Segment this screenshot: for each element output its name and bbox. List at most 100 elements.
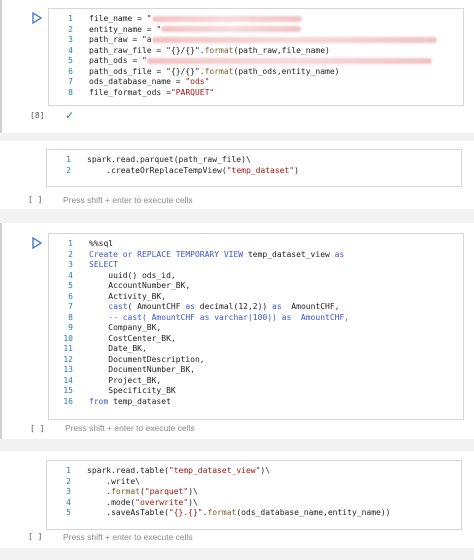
code-token: Project_BK, [89, 375, 162, 385]
code-token: temp_dataset [108, 396, 171, 406]
line-number: 10 [63, 333, 73, 343]
code-text: path_raw_file = "{}/{}".format(path_raw,… [89, 46, 330, 56]
code-text: .mode("overwrite")\ [87, 498, 198, 508]
line-number: 15 [63, 386, 73, 395]
code-token: Specificity_BK [89, 386, 176, 395]
code-text: .format("parquet")\ [87, 487, 198, 497]
line-number: 2 [66, 165, 71, 175]
code-text: .createOrReplaceTempView("temp_dataset") [87, 166, 299, 176]
line-number: 6 [68, 66, 73, 76]
code-text: file_name = " [89, 14, 302, 24]
line-number: 5 [66, 508, 71, 517]
redacted-text [146, 57, 432, 64]
code-cell-2[interactable]: 1 spark.read.parquet(path_raw_file)\ 2 .cr… [0, 141, 474, 209]
execution-count: [8] [30, 111, 45, 120]
line-number: 3 [66, 487, 71, 496]
code-token: .createOrReplaceTempView( [87, 165, 227, 175]
code-text: DocumentDescription, [89, 355, 204, 365]
code-cell-3[interactable]: 1 %%sql 2 Create or REPLACE TEMPORARY VIEW … [0, 223, 474, 439]
line-number: 16 [63, 396, 73, 406]
code-token: Date_BK, [89, 344, 147, 353]
code-editor[interactable]: 1 file_name = " 2 entity_name = " 3 path_raw … [48, 8, 464, 106]
code-token: "ods" [185, 77, 210, 86]
code-text: DocumentNumber_BK, [89, 365, 195, 375]
line-number: 4 [68, 270, 73, 280]
code-token: spark.read.parquet(path_raw_file)\ [87, 155, 251, 164]
line-number: 4 [66, 497, 71, 507]
redacted-text [161, 26, 302, 32]
code-token: SELECT [89, 260, 118, 269]
code-token: Company_BK, [89, 323, 162, 332]
code-token: .mode( [87, 497, 136, 507]
code-text: Project_BK, [89, 376, 161, 386]
line-number: 1 [68, 14, 73, 23]
code-text: spark.read.table("temp_dataset_view")\ [87, 466, 270, 476]
code-text: %%sql [89, 239, 113, 249]
redacted-text [151, 15, 302, 22]
code-token: decimal(12,2)) [194, 302, 273, 311]
code-token: ( AmountCHF [127, 302, 186, 311]
success-check-icon: ✓ [65, 109, 75, 122]
code-token: path_ods_file = "{}/{}". [89, 66, 205, 76]
code-text: cast( AmountCHF as decimal(12,2)) as Amo… [89, 302, 339, 312]
code-token: path_raw_file = "{}/{}". [89, 45, 205, 55]
code-editor[interactable]: 1 %%sql 2 Create or REPLACE TEMPORARY VIEW … [48, 233, 464, 420]
code-token: CostCenter_BK, [89, 333, 176, 343]
code-text: Company_BK, [89, 323, 161, 333]
line-number: 11 [63, 344, 73, 353]
line-number: 6 [68, 291, 73, 301]
code-cell-1[interactable]: 1 file_name = " 2 entity_name = " 3 path_raw … [0, 0, 474, 133]
code-token: -- cast( AmountCHF as varchar(100)) as A… [89, 312, 350, 322]
code-text: file_format_ods ="PARQUET" [89, 88, 214, 98]
code-cell-4[interactable]: 1 spark.read.table("temp_dataset_view")\ 2… [0, 451, 474, 548]
code-token: AmountCHF, [281, 302, 340, 311]
code-token: %%sql [89, 239, 114, 248]
code-token: file_name = " [89, 14, 152, 23]
code-text: -- cast( AmountCHF as varchar(100)) as A… [89, 313, 349, 323]
code-text: path_ods_file = "{}/{}".format(path_ods,… [89, 67, 339, 77]
code-token: "{}.{}" [168, 508, 203, 517]
code-token: .write\ [87, 476, 140, 486]
code-token: spark.read.table( [87, 466, 169, 475]
code-text: Date_BK, [89, 344, 147, 354]
code-token: "PARQUET" [170, 87, 215, 97]
code-token: "temp_dataset_view" [168, 466, 261, 475]
code-text: Create or REPLACE TEMPORARY VIEW temp_da… [89, 250, 344, 260]
line-number: 7 [68, 302, 73, 311]
code-text: uuid() ods_id, [89, 271, 175, 281]
code-text: AccountNumber_BK, [89, 281, 190, 291]
run-cell-icon[interactable] [32, 237, 42, 249]
execution-count: [ ] [28, 195, 43, 204]
code-token: entity_name = " [89, 24, 162, 34]
code-token: temp_dataset_view [243, 249, 335, 259]
run-cell-icon[interactable] [32, 12, 42, 24]
code-editor[interactable]: 1 spark.read.table("temp_dataset_view")\ 2… [46, 460, 462, 530]
line-number: 5 [68, 56, 73, 65]
code-text: CostCenter_BK, [89, 333, 176, 344]
line-number: 2 [68, 24, 73, 34]
execute-hint: Press shift + enter to execute cells [63, 532, 193, 542]
code-token: format [204, 45, 234, 55]
code-text: path_raw = "a [89, 35, 437, 45]
line-number: 2 [68, 249, 73, 259]
code-token: "temp_dataset" [226, 165, 295, 175]
code-token: from [89, 396, 109, 406]
code-token: path_raw = "a [89, 35, 152, 44]
code-text: from temp_dataset [89, 397, 171, 407]
line-number: 4 [68, 45, 73, 55]
code-text: .saveAsTable("{}.{}".format(ods_database… [87, 508, 390, 518]
line-number: 2 [66, 476, 71, 486]
code-token: cast [108, 302, 128, 311]
code-editor[interactable]: 1 spark.read.parquet(path_raw_file)\ 2 .cr… [46, 149, 462, 187]
code-token: .saveAsTable( [87, 508, 169, 517]
code-token: Activity_BK, [89, 291, 167, 301]
code-text: entity_name = " [89, 24, 302, 35]
line-number: 3 [68, 260, 73, 269]
code-token: . [87, 487, 112, 496]
line-number: 8 [68, 87, 73, 97]
line-number: 1 [66, 466, 71, 475]
line-number: 7 [68, 77, 73, 86]
code-token: format [204, 66, 234, 76]
code-token: )\ [260, 466, 271, 475]
